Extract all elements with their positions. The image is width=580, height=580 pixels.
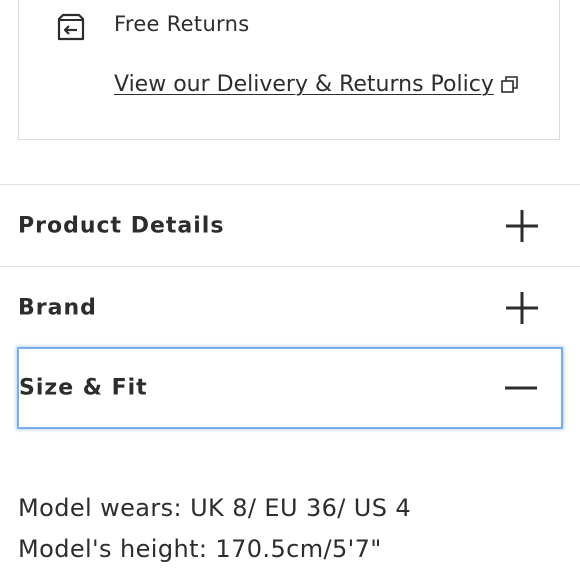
minus-icon[interactable] [503, 370, 539, 406]
delivery-returns-box [18, 0, 560, 140]
free-returns-label: Free Returns [114, 12, 250, 36]
model-wears-text: Model wears: UK 8/ EU 36/ US 4 [18, 494, 412, 522]
accordion-label: Product Details [18, 213, 225, 238]
plus-icon[interactable] [504, 290, 540, 326]
model-height-text: Model's height: 170.5cm/5'7" [18, 535, 382, 563]
accordion-label: Brand [18, 295, 97, 320]
plus-icon[interactable] [504, 208, 540, 244]
delivery-returns-policy-link[interactable]: View our Delivery & Returns Policy [114, 72, 520, 97]
size-fit-content: Model wears: UK 8/ EU 36/ US 4 Model's h… [18, 488, 411, 570]
accordion-label: Size & Fit [19, 375, 148, 401]
accordion-product-details[interactable]: Product Details [0, 184, 580, 266]
external-link-icon [500, 75, 520, 95]
returns-box-icon [56, 12, 86, 42]
policy-link-label[interactable]: View our Delivery & Returns Policy [114, 72, 494, 97]
accordion-brand[interactable]: Brand [0, 266, 580, 348]
accordion-size-fit[interactable]: Size & Fit [17, 347, 563, 429]
product-info-page: Free Returns View our Delivery & Returns… [0, 0, 580, 580]
